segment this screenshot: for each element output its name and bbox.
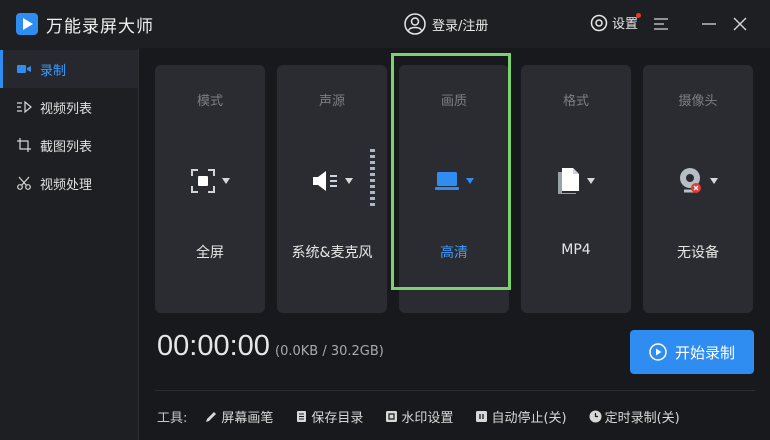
sidebar-item-label: 视频处理 bbox=[40, 177, 93, 193]
card-value: MP4 bbox=[561, 242, 591, 258]
card-value: 高清 bbox=[440, 245, 468, 261]
card-value: 全屏 bbox=[196, 245, 224, 261]
chevron-down-icon bbox=[587, 178, 595, 184]
app-logo-icon bbox=[16, 13, 38, 35]
chevron-down-icon bbox=[222, 178, 230, 184]
pause-icon bbox=[476, 411, 488, 422]
file-icon bbox=[558, 168, 579, 194]
sidebar-item-video-processing[interactable]: 视频处理 bbox=[0, 164, 138, 202]
sidebar-item-label: 截图列表 bbox=[40, 139, 93, 155]
card-label: 声源 bbox=[318, 94, 345, 109]
sidebar-item-record[interactable]: 录制 bbox=[0, 50, 138, 88]
card-label: 画质 bbox=[440, 94, 467, 109]
gear-icon bbox=[590, 14, 608, 31]
watermark-settings-button[interactable]: 水印设置 bbox=[385, 407, 453, 426]
menu-icon[interactable] bbox=[652, 15, 670, 33]
settings-label: 设置 bbox=[612, 17, 639, 32]
close-icon[interactable] bbox=[731, 15, 749, 33]
speaker-icon bbox=[313, 171, 337, 191]
card-label: 模式 bbox=[196, 94, 223, 109]
tools-label: 工具: bbox=[157, 411, 188, 426]
title-bar: 万能录屏大师 登录/注册 设置 bbox=[0, 0, 770, 48]
login-label: 登录/注册 bbox=[432, 18, 489, 34]
camera-card[interactable]: 摄像头 无设备 bbox=[643, 65, 753, 313]
document-icon bbox=[297, 411, 307, 422]
watermark-icon bbox=[386, 411, 398, 422]
divider bbox=[155, 390, 755, 391]
crop-icon bbox=[17, 138, 31, 152]
auto-stop-button[interactable]: 自动停止(关) bbox=[475, 407, 567, 426]
video-camera-icon bbox=[17, 65, 31, 73]
quality-card[interactable]: 画质 高清 bbox=[399, 65, 509, 313]
play-icon bbox=[649, 343, 667, 361]
screen-pen-button[interactable]: 屏幕画笔 bbox=[205, 407, 273, 426]
camera-icon bbox=[680, 168, 701, 193]
volume-level-icon bbox=[370, 149, 375, 206]
fullscreen-icon bbox=[191, 169, 215, 193]
tool-label: 定时录制(关) bbox=[604, 411, 680, 426]
scissors-icon bbox=[17, 176, 31, 190]
tool-label: 水印设置 bbox=[401, 411, 454, 426]
card-label: 格式 bbox=[562, 94, 589, 109]
clock-icon bbox=[589, 410, 602, 423]
sidebar-item-label: 录制 bbox=[40, 63, 67, 79]
card-value: 系统&麦克风 bbox=[291, 245, 373, 261]
sidebar-item-label: 视频列表 bbox=[40, 101, 93, 117]
tools-bar: 工具: 屏幕画笔 保存目录 水印设置 自动停止(关) 定时录制(关) bbox=[157, 407, 702, 426]
monitor-icon bbox=[435, 172, 459, 190]
sidebar: 录制 视频列表 截图列表 视频处理 bbox=[0, 48, 139, 440]
chevron-down-icon bbox=[710, 178, 718, 184]
storage-size: (0.0KB / 30.2GB) bbox=[275, 344, 384, 359]
scheduled-recording-button[interactable]: 定时录制(关) bbox=[589, 407, 680, 426]
start-recording-button[interactable]: 开始录制 bbox=[630, 330, 754, 374]
user-icon bbox=[404, 13, 426, 35]
app-title: 万能录屏大师 bbox=[46, 17, 154, 37]
recording-timer: 00:00:00 bbox=[157, 330, 270, 362]
tool-label: 保存目录 bbox=[311, 411, 364, 426]
sidebar-item-screenshot-list[interactable]: 截图列表 bbox=[0, 126, 138, 164]
sidebar-item-video-list[interactable]: 视频列表 bbox=[0, 88, 138, 126]
card-label: 摄像头 bbox=[678, 94, 718, 109]
pen-icon bbox=[206, 412, 217, 422]
tool-label: 自动停止(关) bbox=[491, 411, 567, 426]
audio-source-card[interactable]: 声源 系统&麦克风 bbox=[277, 65, 387, 313]
video-list-icon bbox=[17, 100, 32, 114]
chevron-down-icon bbox=[345, 178, 353, 184]
save-directory-button[interactable]: 保存目录 bbox=[295, 407, 363, 426]
notification-dot bbox=[636, 13, 641, 18]
start-recording-label: 开始录制 bbox=[674, 343, 735, 362]
card-value: 无设备 bbox=[677, 245, 719, 261]
settings-button[interactable]: 设置 bbox=[590, 13, 641, 32]
tool-label: 屏幕画笔 bbox=[221, 411, 274, 426]
chevron-down-icon bbox=[466, 178, 474, 184]
format-card[interactable]: 格式 MP4 bbox=[521, 65, 631, 313]
login-button[interactable]: 登录/注册 bbox=[404, 12, 488, 36]
minimize-icon[interactable] bbox=[700, 15, 718, 33]
mode-card[interactable]: 模式 全屏 bbox=[155, 65, 265, 313]
